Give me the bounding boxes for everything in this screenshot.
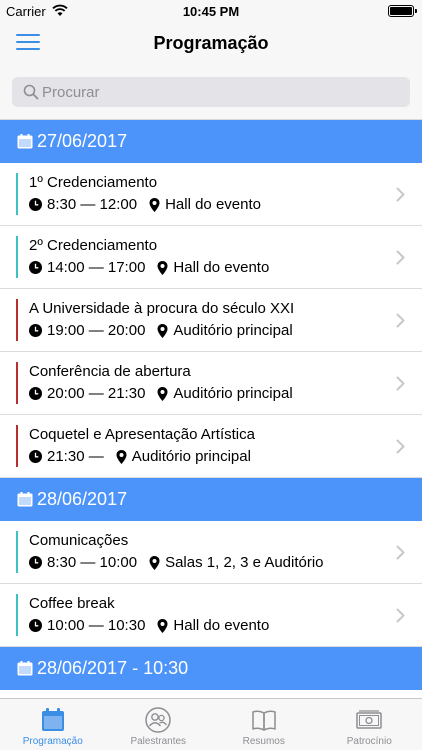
category-color-bar bbox=[16, 425, 18, 467]
category-color-bar bbox=[16, 362, 18, 404]
location-pin-icon bbox=[157, 386, 168, 401]
session-title: 1º Credenciamento bbox=[29, 174, 158, 191]
chevron-right-icon bbox=[396, 313, 405, 328]
session-meta: 21:30 — Auditório principal bbox=[29, 448, 251, 465]
section-header: 28/06/2017 bbox=[0, 478, 422, 521]
session-meta: 10:00 — 10:30 Hall do evento bbox=[29, 617, 269, 634]
session-meta: 19:00 — 20:00 Auditório principal bbox=[29, 322, 293, 339]
money-icon bbox=[356, 710, 382, 729]
battery-icon bbox=[388, 5, 417, 17]
session-time: 8:30 — 10:00 bbox=[47, 554, 138, 571]
tab-label: Resumos bbox=[242, 736, 285, 747]
schedule-row[interactable]: A Universidade à procura do século XXI 19… bbox=[0, 289, 422, 352]
clock-icon bbox=[29, 556, 42, 569]
session-location: Hall do evento bbox=[165, 196, 261, 213]
schedule-row[interactable]: Comunicações 8:30 — 10:00 Salas 1, 2, 3 e … bbox=[0, 521, 422, 584]
session-time: 19:00 — 20:00 bbox=[47, 322, 146, 339]
calendar-icon bbox=[17, 492, 33, 507]
status-bar: Carrier 10:45 PM bbox=[0, 0, 422, 22]
session-time: 21:30 — bbox=[47, 448, 104, 465]
category-color-bar bbox=[16, 299, 18, 341]
session-location: Salas 1, 2, 3 e Auditório bbox=[165, 554, 324, 571]
session-title: Coquetel e Apresentação Artística bbox=[29, 426, 255, 443]
navigation-bar: Programação bbox=[0, 22, 422, 66]
category-color-bar bbox=[16, 594, 18, 636]
session-location: Hall do evento bbox=[173, 259, 270, 276]
section-header: 28/06/2017 - 10:30 bbox=[0, 647, 422, 690]
session-meta: 20:00 — 21:30 Auditório principal bbox=[29, 385, 293, 402]
status-time: 10:45 PM bbox=[182, 4, 240, 19]
category-color-bar bbox=[16, 531, 18, 573]
tab-calendar[interactable]: Programação bbox=[0, 699, 106, 750]
session-title: Comunicações bbox=[29, 532, 129, 549]
session-time: 10:00 — 10:30 bbox=[47, 617, 146, 634]
chevron-right-icon bbox=[396, 376, 405, 391]
location-pin-icon bbox=[149, 555, 160, 570]
tab-label: Programação bbox=[22, 736, 83, 747]
session-meta: 8:30 — 12:00 Hall do evento bbox=[29, 196, 261, 213]
search-icon bbox=[23, 84, 39, 100]
schedule-row[interactable]: 2º Credenciamento 14:00 — 17:00 Hall do ev… bbox=[0, 226, 422, 289]
clock-icon bbox=[29, 387, 42, 400]
location-pin-icon bbox=[157, 260, 168, 275]
session-meta: 14:00 — 17:00 Hall do evento bbox=[29, 259, 269, 276]
section-date: 28/06/2017 bbox=[37, 489, 128, 509]
session-location: Auditório principal bbox=[131, 448, 251, 465]
section-date: 27/06/2017 bbox=[37, 131, 128, 151]
session-location: Hall do evento bbox=[173, 617, 270, 634]
tab-label: Palestrantes bbox=[130, 736, 187, 747]
session-time: 8:30 — 12:00 bbox=[47, 196, 138, 213]
category-color-bar bbox=[16, 173, 18, 215]
calendar-icon bbox=[17, 134, 33, 149]
page-title: Programação bbox=[153, 33, 269, 53]
tab-bar: Programação Palestrantes Resumos Patrocínio bbox=[0, 698, 422, 750]
schedule-row[interactable]: Conferência de abertura 20:00 — 21:30 Audi… bbox=[0, 352, 422, 415]
clock-icon bbox=[29, 324, 42, 337]
section-date: 28/06/2017 - 10:30 bbox=[37, 658, 189, 678]
category-color-bar bbox=[16, 236, 18, 278]
search-bar bbox=[0, 66, 422, 120]
section-header: 27/06/2017 bbox=[0, 120, 422, 163]
location-pin-icon bbox=[157, 323, 168, 338]
session-title: Coffee break bbox=[29, 595, 115, 612]
session-title: Conferência de abertura bbox=[29, 363, 191, 380]
location-pin-icon bbox=[157, 618, 168, 633]
search-field[interactable] bbox=[12, 77, 410, 107]
session-time: 20:00 — 21:30 bbox=[47, 385, 146, 402]
book-icon bbox=[252, 710, 276, 731]
session-location: Auditório principal bbox=[173, 322, 293, 339]
schedule-list[interactable]: 27/06/2017 1º Credenciamento 8:30 — 12:00 H… bbox=[0, 120, 422, 698]
tab-label: Patrocínio bbox=[346, 736, 392, 747]
clock-icon bbox=[29, 450, 42, 463]
clock-icon bbox=[29, 198, 42, 211]
tab-speakers[interactable]: Palestrantes bbox=[106, 699, 212, 750]
session-location: Auditório principal bbox=[173, 385, 293, 402]
speakers-icon bbox=[145, 707, 171, 733]
clock-icon bbox=[29, 261, 42, 274]
location-pin-icon bbox=[149, 197, 160, 212]
calendar-icon bbox=[17, 661, 33, 676]
search-input[interactable] bbox=[42, 77, 402, 107]
session-meta: 8:30 — 10:00 Salas 1, 2, 3 e Auditório bbox=[29, 554, 324, 571]
chevron-right-icon bbox=[396, 250, 405, 265]
chevron-right-icon bbox=[396, 545, 405, 560]
location-pin-icon bbox=[116, 449, 127, 464]
schedule-row[interactable]: 1º Credenciamento 8:30 — 12:00 Hall do eve… bbox=[0, 163, 422, 226]
chevron-right-icon bbox=[396, 608, 405, 623]
schedule-row[interactable]: Coffee break 10:00 — 10:30 Hall do evento bbox=[0, 584, 422, 647]
session-time: 14:00 — 17:00 bbox=[47, 259, 146, 276]
tab-book[interactable]: Resumos bbox=[211, 699, 317, 750]
calendar-icon bbox=[41, 708, 64, 731]
schedule-row[interactable]: Coquetel e Apresentação Artística 21:30 —… bbox=[0, 415, 422, 478]
session-title: A Universidade à procura do século XXI bbox=[29, 300, 295, 317]
chevron-right-icon bbox=[396, 439, 405, 454]
session-title: 2º Credenciamento bbox=[29, 237, 158, 254]
clock-icon bbox=[29, 619, 42, 632]
chevron-right-icon bbox=[396, 187, 405, 202]
tab-money[interactable]: Patrocínio bbox=[317, 699, 422, 750]
